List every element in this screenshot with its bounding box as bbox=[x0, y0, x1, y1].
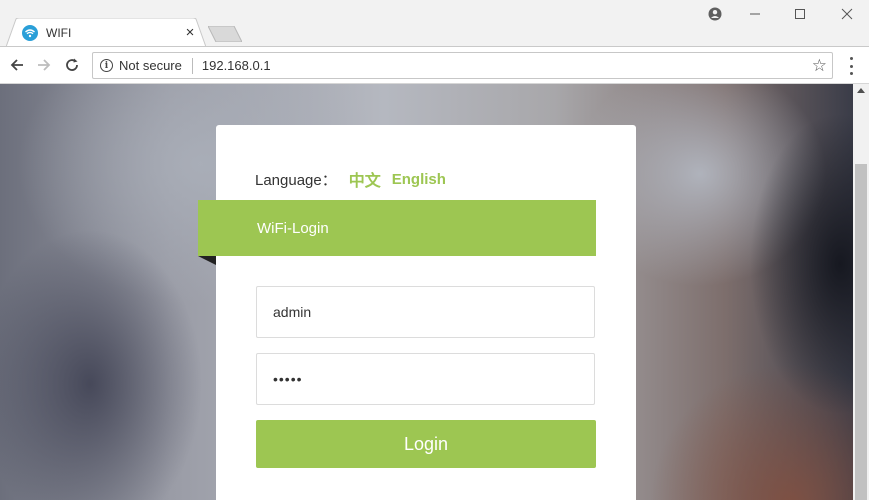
url-text[interactable]: 192.168.0.1 bbox=[202, 58, 812, 73]
login-ribbon: WiFi-Login bbox=[198, 200, 596, 256]
omnibox-separator bbox=[191, 57, 193, 74]
back-arrow-icon[interactable] bbox=[7, 55, 27, 75]
scroll-up-arrow-icon[interactable] bbox=[857, 88, 865, 93]
login-button[interactable]: Login bbox=[256, 420, 596, 468]
page-scrollbar[interactable] bbox=[853, 84, 869, 500]
new-tab-button[interactable] bbox=[208, 26, 242, 42]
page-background: Language： 中文 English WiFi-Login Login bbox=[0, 84, 853, 500]
security-status[interactable]: Not secure bbox=[119, 58, 182, 73]
tab-close-icon[interactable]: × bbox=[183, 25, 197, 40]
scroll-thumb[interactable] bbox=[855, 164, 867, 500]
ribbon-fold bbox=[198, 256, 216, 265]
wifi-icon bbox=[22, 25, 38, 41]
username-input[interactable] bbox=[256, 286, 595, 338]
reload-icon[interactable] bbox=[62, 55, 82, 75]
language-selector: Language： 中文 English bbox=[255, 167, 446, 191]
ribbon-title: WiFi-Login bbox=[257, 219, 329, 237]
language-chinese-link[interactable]: 中文 bbox=[349, 167, 381, 191]
minimize-icon[interactable] bbox=[745, 4, 765, 24]
forward-arrow-icon[interactable] bbox=[34, 55, 54, 75]
password-input[interactable] bbox=[256, 353, 595, 405]
bookmark-star-icon[interactable]: ☆ bbox=[812, 56, 827, 76]
browser-titlebar: WIFI × bbox=[0, 0, 869, 47]
tab-title: WIFI bbox=[46, 26, 72, 40]
maximize-icon[interactable] bbox=[790, 4, 810, 24]
browser-menu-icon[interactable] bbox=[844, 57, 858, 75]
language-label: Language： bbox=[255, 171, 337, 189]
language-english-link[interactable]: English bbox=[392, 171, 446, 188]
profile-icon[interactable] bbox=[705, 4, 725, 24]
browser-toolbar: i Not secure 192.168.0.1 ☆ bbox=[0, 46, 869, 84]
tab-content[interactable]: WIFI × bbox=[22, 24, 197, 42]
close-window-icon[interactable] bbox=[837, 4, 857, 24]
info-icon[interactable]: i bbox=[100, 59, 113, 72]
address-bar[interactable]: i Not secure 192.168.0.1 ☆ bbox=[92, 52, 833, 79]
